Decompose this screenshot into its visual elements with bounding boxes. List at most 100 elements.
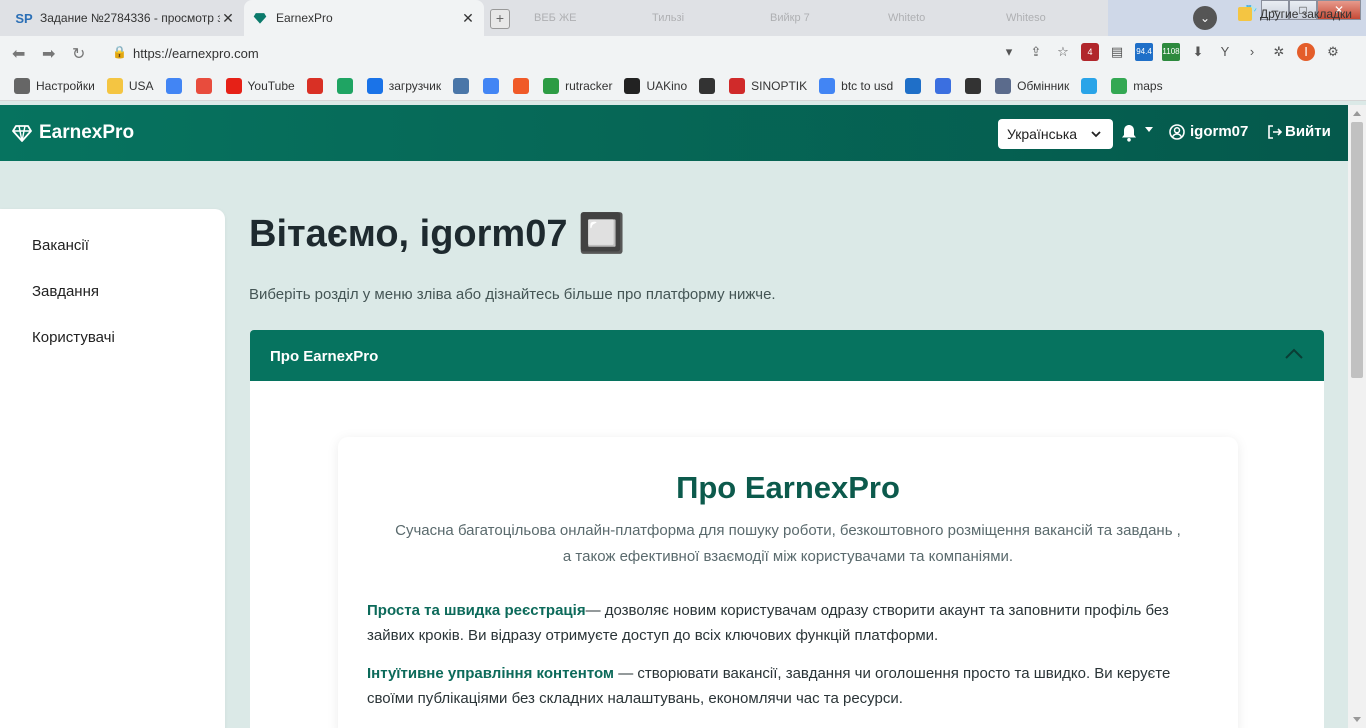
bookmark-label: UAKino	[646, 78, 688, 93]
bookmark-label: rutracker	[565, 78, 613, 93]
brand-logo[interactable]: EarnexPro	[39, 122, 134, 144]
download-icon[interactable]: ⬇	[1189, 43, 1207, 61]
browser-tabstrip: SP Задание №2784336 - просмотр з ✕ Earne…	[0, 0, 1366, 36]
bookmark-item[interactable]: загрузчик	[366, 77, 442, 94]
logout-button[interactable]: Вийти	[1267, 123, 1331, 140]
share-icon[interactable]: ⇪	[1027, 43, 1045, 61]
feature-paragraph: Інтуїтивне управління контентом — створю…	[367, 661, 1207, 711]
ghost-tab[interactable]: Whiteto	[872, 12, 990, 24]
bell-icon[interactable]	[1121, 124, 1137, 142]
bookmark-item[interactable]: rutracker	[543, 77, 613, 94]
bookmark-item[interactable]: SINOPTIK	[729, 77, 808, 94]
thermometer-icon	[729, 77, 746, 94]
star-icon[interactable]: ☆	[1054, 43, 1072, 61]
bookmarks-bar: Настройки USA YouTube загрузчик rutracker UAK…	[0, 71, 1366, 101]
bookmark-item[interactable]	[306, 77, 329, 94]
bookmark-item[interactable]: USA	[106, 77, 154, 94]
bookmark-item[interactable]: YouTube	[225, 77, 295, 94]
ghost-tab[interactable]: Whiteso	[990, 12, 1108, 24]
vpn-extension-icon[interactable]: Y	[1216, 43, 1234, 61]
other-bookmarks-folder[interactable]: Другие закладки	[1238, 7, 1352, 21]
tab-title: Задание №2784336 - просмотр з	[40, 11, 220, 25]
bookmark-item[interactable]	[513, 77, 535, 94]
diamond-favicon-icon	[252, 10, 268, 26]
bookmark-item[interactable]	[1081, 77, 1103, 94]
bookmark-item[interactable]: btc to usd	[819, 77, 893, 94]
ghost-tab[interactable]: ВЕБ ЖЕ	[518, 12, 636, 24]
bookmark-item[interactable]	[483, 77, 505, 94]
bookmark-item[interactable]: Обмінник	[995, 77, 1069, 94]
bookmark-item[interactable]: Настройки	[14, 77, 95, 94]
ublock-extension-icon[interactable]: 4	[1081, 43, 1099, 61]
bookmark-item[interactable]	[336, 77, 359, 94]
user-circle-icon	[1169, 123, 1185, 140]
ghost-tab[interactable]: Тильзі	[636, 12, 754, 24]
maps-icon	[1111, 77, 1128, 94]
close-tab-icon[interactable]: ✕	[220, 10, 236, 27]
tab-search-icon[interactable]: ⌄	[1193, 6, 1217, 30]
bookmark-item[interactable]: maps	[1111, 77, 1163, 94]
chevron-down-icon	[1091, 131, 1101, 138]
folder-icon	[106, 77, 123, 94]
uakino-icon	[624, 77, 641, 94]
about-accordion-header[interactable]: Про EarnexPro	[250, 330, 1324, 381]
ghost-tab[interactable]: Вийкр 7	[754, 12, 872, 24]
profile-avatar[interactable]: I	[1297, 43, 1315, 61]
bookmark-item[interactable]	[453, 77, 475, 94]
page-title: Вітаємо, igorm07 🔲	[249, 213, 626, 255]
scroll-down-arrow-icon[interactable]	[1353, 717, 1361, 722]
bookmark-item[interactable]	[935, 77, 957, 94]
sidebar-item-tasks[interactable]: Завдання	[32, 283, 99, 300]
back-arrow-icon[interactable]: ⬅	[12, 44, 25, 64]
chevron-up-icon[interactable]	[1284, 347, 1304, 361]
price-extension-icon[interactable]: 1108	[1162, 43, 1180, 61]
exchange-icon	[995, 77, 1012, 94]
bookmark-item[interactable]	[905, 77, 927, 94]
bookmark-label: загрузчик	[388, 78, 442, 93]
user-profile-link[interactable]: igorm07	[1169, 123, 1248, 140]
bookmarks-more-button[interactable]: »	[1206, 8, 1213, 23]
settings-extension-icon[interactable]: ⚙	[1324, 43, 1342, 61]
other-bookmarks-label: Другие закладки	[1260, 7, 1352, 21]
caret-down-icon[interactable]	[1145, 127, 1153, 132]
bookmark-label: SINOPTIK	[751, 78, 808, 93]
bookmark-item[interactable]	[699, 77, 721, 94]
drive-icon	[336, 77, 353, 94]
sidebar-item-users[interactable]: Користувачі	[32, 329, 115, 346]
diamond-logo-icon[interactable]	[12, 123, 32, 143]
sidebar-item-vacancies[interactable]: Вакансії	[32, 237, 89, 254]
google-icon	[819, 77, 836, 94]
background-tabs: ВЕБ ЖЕ Тильзі Вийкр 7 Whiteto Whiteso	[518, 0, 1108, 36]
bookmark-label: USA	[128, 78, 154, 93]
language-value: Українська	[1007, 126, 1078, 142]
scroll-thumb[interactable]	[1351, 122, 1363, 378]
feature-title: Інтуїтивне управління контентом	[367, 665, 615, 682]
bookmark-item[interactable]: UAKino	[624, 77, 688, 94]
browser-tab[interactable]: SP Задание №2784336 - просмотр з ✕	[8, 0, 244, 36]
extension-icon[interactable]: ▤	[1108, 43, 1126, 61]
page-scrollbar[interactable]	[1348, 105, 1366, 728]
new-tab-button[interactable]: +	[490, 9, 510, 29]
google-icon	[165, 77, 182, 94]
bookmark-item[interactable]	[195, 77, 218, 94]
bookmark-item[interactable]	[965, 77, 987, 94]
puzzle-extensions-icon[interactable]: ✲	[1270, 43, 1288, 61]
site-header: EarnexPro Українська igorm07 Вийти	[0, 105, 1348, 161]
logout-icon	[1268, 124, 1283, 139]
close-tab-icon[interactable]: ✕	[460, 10, 476, 27]
dropdown-icon[interactable]: ▾	[1000, 43, 1018, 61]
bookmark-item[interactable]	[165, 77, 188, 94]
about-title: Про EarnexPro	[676, 470, 900, 505]
language-select[interactable]: Українська	[998, 119, 1113, 149]
scroll-up-arrow-icon[interactable]	[1353, 111, 1361, 116]
about-description-line: Сучасна багатоцільова онлайн-платформа д…	[395, 522, 1181, 539]
reload-icon[interactable]: ↻	[72, 44, 85, 64]
forward-arrow-icon[interactable]: ➡	[42, 44, 55, 64]
arrow-left-icon	[935, 77, 952, 94]
lock-icon[interactable]: 🔒	[112, 45, 127, 59]
address-bar[interactable]: https://earnexpro.com	[133, 46, 259, 61]
browser-tab-active[interactable]: EarnexPro ✕	[244, 0, 484, 36]
speed-extension-icon[interactable]: 94.4	[1135, 43, 1153, 61]
terminal-extension-icon[interactable]: ›	[1243, 43, 1261, 61]
sidebar: Вакансії Завдання Користувачі	[0, 209, 225, 728]
